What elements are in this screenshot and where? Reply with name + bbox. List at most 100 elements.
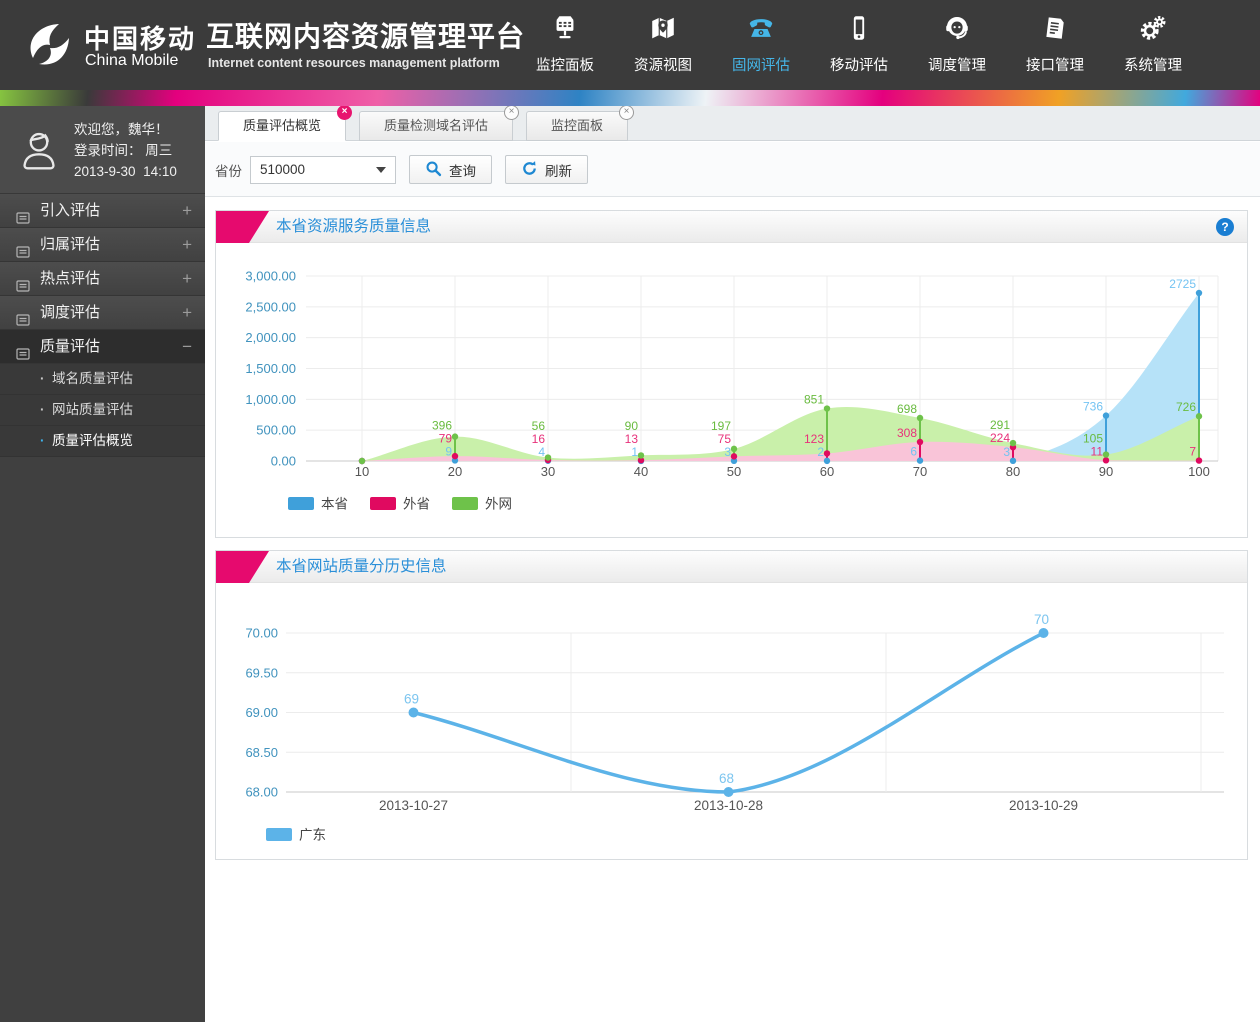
expand-icon[interactable]: + xyxy=(182,262,192,295)
nav-item-label: 调度管理 xyxy=(928,58,986,74)
monitor-icon xyxy=(516,13,614,54)
search-button[interactable]: 查询 xyxy=(409,155,492,184)
data-label: 396 xyxy=(432,418,452,432)
tab-0[interactable]: 质量评估概览 × xyxy=(218,105,353,141)
data-label: 75 xyxy=(718,432,732,446)
nav-item-label: 固网评估 xyxy=(732,58,790,74)
data-label: 224 xyxy=(990,431,1010,445)
province-select[interactable]: 510000 xyxy=(250,155,396,184)
x-tick-label: 80 xyxy=(1006,464,1020,479)
nav-item-resource-view[interactable]: 资源视图 xyxy=(614,0,712,90)
data-label: 123 xyxy=(804,432,824,446)
sidebar-item-3[interactable]: 调度评估 + xyxy=(0,296,205,330)
nav-item-label: 移动评估 xyxy=(830,58,888,74)
svg-text:外省: 外省 xyxy=(403,497,430,512)
data-label: 56 xyxy=(532,419,546,433)
svg-text:本省: 本省 xyxy=(321,497,348,512)
panel-header: 本省网站质量分历史信息 xyxy=(216,551,1247,583)
sidebar-subitem-1[interactable]: · 网站质量评估 xyxy=(0,395,205,426)
province-value: 510000 xyxy=(260,162,306,177)
platform-subtitle: Internet content resources management pl… xyxy=(208,56,500,70)
nav-item-label: 接口管理 xyxy=(1026,58,1084,74)
gears-icon xyxy=(1104,13,1202,54)
tab-strip: 质量评估概览 × 质量检测域名评估 × 监控面板 × xyxy=(205,105,1260,141)
data-label: 13 xyxy=(625,432,639,446)
website-quality-history-panel: 本省网站质量分历史信息 68.00 68.50 69.00 69.50 70.00 201… xyxy=(215,550,1248,860)
search-button-label: 查询 xyxy=(449,163,476,179)
tab-close-icon[interactable]: × xyxy=(337,105,353,120)
data-label: 3 xyxy=(724,445,731,459)
sidebar-item-1[interactable]: 归属评估 + xyxy=(0,228,205,262)
nav-item-interface-mgmt[interactable]: 接口管理 xyxy=(1006,0,1104,90)
website-quality-line-chart: 68.00 68.50 69.00 69.50 70.00 2013-10-27 2013-… xyxy=(245,612,1224,843)
data-label: 851 xyxy=(804,393,824,407)
refresh-button[interactable]: 刷新 xyxy=(505,155,588,184)
user-box: 欢迎您，魏华！ 登录时间： 周三 2013-9-30 14:10 xyxy=(0,106,205,194)
x-tick-label: 50 xyxy=(727,464,741,479)
legend-item-0[interactable]: 本省 xyxy=(288,497,348,512)
panel-flag xyxy=(216,211,269,243)
sidebar-item-label: 质量评估 xyxy=(40,338,101,355)
data-label: 726 xyxy=(1176,400,1196,414)
tab-label: 监控面板 xyxy=(551,118,604,133)
data-label: 68 xyxy=(719,771,734,786)
nav-item-monitor-panel[interactable]: 监控面板 xyxy=(516,0,614,90)
data-label: 308 xyxy=(897,426,917,440)
data-label: 70 xyxy=(1034,612,1049,627)
brand-name-en: China Mobile xyxy=(85,52,179,69)
expand-icon[interactable]: + xyxy=(182,296,192,329)
data-label: 4 xyxy=(538,445,545,459)
ribbon-stripe xyxy=(0,90,1260,106)
data-label: 2 xyxy=(817,445,824,459)
x-tick-label: 90 xyxy=(1099,464,1113,479)
sidebar-item-0[interactable]: 引入评估 + xyxy=(0,194,205,228)
sidebar-item-2[interactable]: 热点评估 + xyxy=(0,262,205,296)
tab-2[interactable]: 监控面板 × xyxy=(526,105,635,141)
legend-item-2[interactable]: 外网 xyxy=(452,497,512,512)
nav-item-label: 系统管理 xyxy=(1124,58,1182,74)
province-label: 省份 xyxy=(215,163,242,179)
login-day-line: 登录时间： 周三 xyxy=(74,143,173,158)
sidebar-subitem-label: 域名质量评估 xyxy=(52,371,133,386)
panel-title: 本省资源服务质量信息 xyxy=(276,218,432,235)
svg-text:广东: 广东 xyxy=(299,828,326,843)
sidebar-item-label: 归属评估 xyxy=(40,236,101,253)
nav-item-mobile-eval[interactable]: 移动评估 xyxy=(810,0,908,90)
sidebar-subitem-0[interactable]: · 域名质量评估 xyxy=(0,364,205,395)
nav-item-fixed-net-eval[interactable]: 固网评估 xyxy=(712,0,810,90)
legend-item-1[interactable]: 外省 xyxy=(370,497,430,512)
refresh-button-label: 刷新 xyxy=(545,163,572,179)
nav-item-label: 监控面板 xyxy=(536,58,594,74)
nav-item-dispatch-mgmt[interactable]: 调度管理 xyxy=(908,0,1006,90)
tab-close-icon[interactable]: × xyxy=(619,105,635,120)
y-tick-label: 2,000.00 xyxy=(245,330,296,345)
y-tick-label: 0.00 xyxy=(271,454,296,469)
sidebar-item-label: 调度评估 xyxy=(40,304,101,321)
y-tick-label: 3,000.00 xyxy=(245,269,296,284)
headset-icon xyxy=(908,13,1006,54)
expand-icon[interactable]: + xyxy=(182,194,192,227)
tab-label: 质量评估概览 xyxy=(243,118,322,133)
refresh-icon xyxy=(521,160,538,180)
legend-item-0[interactable]: 广东 xyxy=(266,828,326,843)
sidebar-item-4[interactable]: 质量评估 − xyxy=(0,330,205,364)
sidebar-subitem-2[interactable]: · 质量评估概览 xyxy=(0,426,205,457)
document-icon xyxy=(1006,13,1104,54)
expand-icon[interactable]: + xyxy=(182,228,192,261)
panel-header: 本省资源服务质量信息 ? xyxy=(216,211,1247,243)
x-tick-label: 30 xyxy=(541,464,555,479)
tab-close-icon[interactable]: × xyxy=(504,105,520,120)
help-icon[interactable]: ? xyxy=(1216,218,1234,236)
collapse-icon[interactable]: − xyxy=(182,330,192,363)
data-label: 16 xyxy=(532,432,546,446)
tab-1[interactable]: 质量检测域名评估 × xyxy=(359,105,520,141)
welcome-text: 欢迎您，魏华！ xyxy=(74,122,169,137)
x-tick-label: 100 xyxy=(1188,464,1210,479)
platform-title: 互联网内容资源管理平台 xyxy=(206,21,526,52)
x-tick-label: 2013-10-29 xyxy=(1009,798,1078,813)
nav-item-system-mgmt[interactable]: 系统管理 xyxy=(1104,0,1202,90)
data-label: 105 xyxy=(1083,431,1103,445)
top-header: 中国移动 China Mobile 互联网内容资源管理平台 Internet c… xyxy=(0,0,1260,90)
nav-item-label: 资源视图 xyxy=(634,58,692,74)
bullet-icon: · xyxy=(40,371,45,386)
